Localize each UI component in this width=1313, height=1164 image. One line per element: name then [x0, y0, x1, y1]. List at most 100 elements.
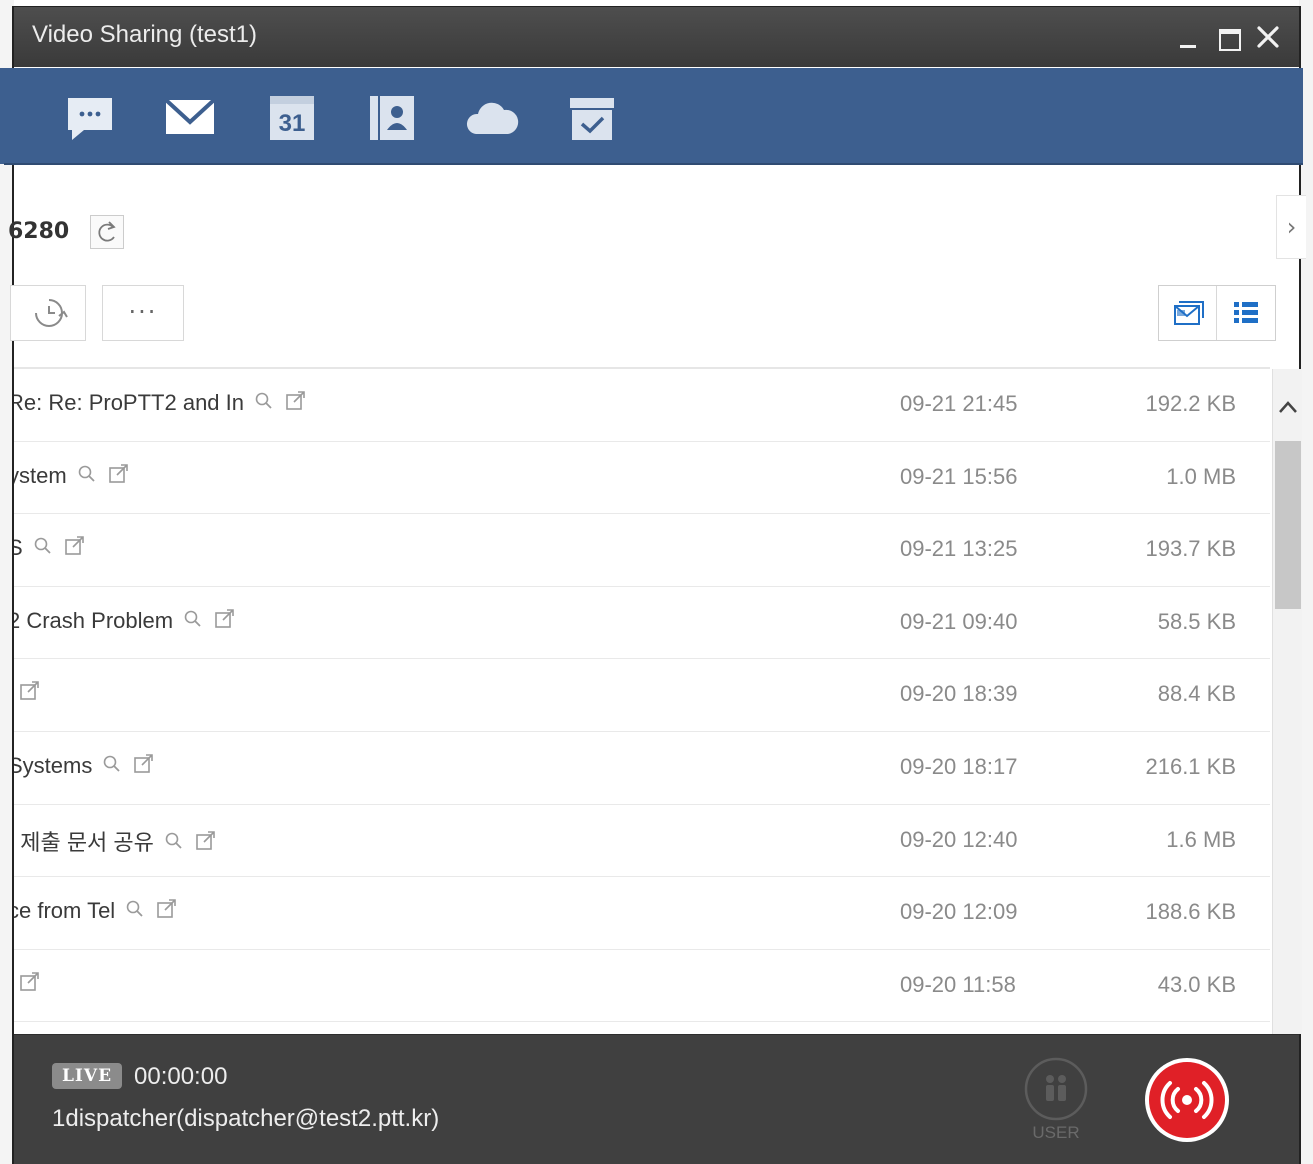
window-title: Video Sharing (test1)	[32, 21, 258, 48]
open-external-icon	[196, 830, 215, 850]
search-icon	[104, 755, 120, 772]
preview-view-button[interactable]	[1159, 286, 1217, 340]
message-subject: ystem	[14, 462, 131, 492]
live-badge: LIVE	[52, 1063, 122, 1089]
message-date: 09-20 12:40	[900, 826, 1018, 852]
open-message-button[interactable]	[18, 679, 42, 709]
broadcast-button[interactable]	[1142, 1055, 1232, 1145]
history-button[interactable]	[10, 285, 86, 341]
message-subject: ! 제출 문서 공유	[14, 825, 218, 859]
message-row[interactable]: Re: Re: ProPTT2 and In 09-21 21:45 192.2 K…	[14, 369, 1270, 442]
open-message-button[interactable]	[132, 752, 156, 782]
message-date: 09-20 18:39	[900, 681, 1018, 707]
message-size: 192.2 KB	[1145, 391, 1236, 416]
cloud-button[interactable]	[464, 90, 520, 146]
search-icon	[165, 832, 182, 849]
mail-button[interactable]	[162, 90, 218, 146]
search-message-button[interactable]	[254, 391, 274, 417]
search-icon	[34, 537, 51, 554]
open-message-button[interactable]	[18, 970, 42, 1000]
close-icon	[1257, 26, 1279, 48]
maximize-button[interactable]	[1210, 19, 1246, 55]
message-row[interactable]: 2 Crash Problem 09-21 09:40 58.5 KB	[14, 587, 1270, 660]
message-row[interactable]: S 09-21 13:25 193.7 KB	[14, 514, 1270, 587]
search-message-button[interactable]	[183, 609, 203, 635]
scrollbar-thumb[interactable]	[1275, 441, 1301, 609]
scroll-up-icon[interactable]	[1277, 397, 1299, 417]
message-date: 09-21 09:40	[900, 608, 1018, 634]
search-message-button[interactable]	[125, 899, 145, 925]
message-subject: ce from Tel	[14, 897, 179, 927]
search-message-button[interactable]	[33, 536, 53, 562]
minimize-button[interactable]	[1170, 19, 1206, 55]
more-options-button[interactable]: ···	[102, 285, 184, 341]
open-message-button[interactable]	[213, 607, 237, 637]
message-date: 09-20 18:17	[900, 753, 1018, 779]
user-button[interactable]: USER	[1018, 1055, 1094, 1151]
search-message-button[interactable]	[164, 831, 184, 857]
message-subject-text: Systems	[14, 752, 93, 778]
calendar-button[interactable]: 31	[264, 90, 320, 146]
message-subject-text: Re: Re: ProPTT2 and In	[14, 389, 244, 415]
message-size: 216.1 KB	[1145, 753, 1236, 779]
user-label: USER	[1032, 1123, 1080, 1142]
message-subject-text: S	[14, 535, 23, 560]
open-external-icon	[20, 681, 39, 701]
close-button[interactable]	[1250, 19, 1286, 55]
open-message-button[interactable]	[194, 829, 218, 859]
message-subject-text: ce from Tel	[14, 897, 116, 923]
search-message-button[interactable]	[77, 464, 97, 490]
refresh-button[interactable]	[90, 215, 124, 249]
search-icon	[184, 610, 201, 627]
calendar-day: 31	[278, 110, 306, 137]
message-subject: Systems	[14, 752, 156, 782]
search-icon	[255, 392, 272, 409]
message-subject-text: ystem	[14, 462, 67, 488]
cloud-icon	[466, 102, 519, 134]
task-icon	[570, 98, 614, 140]
task-button[interactable]	[564, 90, 620, 146]
chat-icon	[68, 98, 112, 140]
open-message-button[interactable]	[155, 897, 179, 927]
open-external-icon	[134, 754, 154, 773]
message-date: 09-20 12:09	[900, 899, 1018, 925]
open-external-icon	[215, 608, 234, 628]
message-subject	[14, 970, 42, 1000]
search-message-button[interactable]	[102, 754, 122, 780]
live-timer: 00:00:00	[134, 1063, 228, 1090]
open-external-icon	[157, 899, 176, 918]
broadcast-icon	[1145, 1058, 1229, 1142]
message-row[interactable]: Systems 09-20 18:17 216.1 KB	[14, 732, 1270, 805]
user-group-icon	[1024, 1057, 1088, 1121]
mail-icon	[164, 98, 216, 134]
mailbox-header: 6280	[8, 207, 1299, 253]
message-subject: 2 Crash Problem	[14, 607, 237, 637]
refresh-icon	[98, 221, 116, 242]
open-external-icon	[286, 391, 305, 410]
message-row[interactable]: 09-20 18:39 88.4 KB	[14, 659, 1270, 732]
open-external-icon	[108, 463, 128, 483]
search-icon	[126, 900, 143, 917]
account-number: 6280	[8, 219, 70, 244]
message-row[interactable]: 09-20 11:58 43.0 KB	[14, 950, 1270, 1023]
open-message-button[interactable]	[107, 462, 131, 492]
open-message-button[interactable]	[284, 389, 308, 419]
message-row[interactable]: ce from Tel 09-20 12:09 188.6 KB	[14, 877, 1270, 950]
contacts-button[interactable]	[364, 90, 420, 146]
message-row[interactable]: ! 제출 문서 공유 09-20 12:40 1.6 MB	[14, 805, 1270, 878]
message-size: 1.6 MB	[1166, 826, 1236, 852]
message-date: 09-20 11:58	[900, 971, 1016, 997]
message-subject-text: ! 제출 문서 공유	[14, 829, 154, 855]
message-subject: S	[14, 534, 87, 564]
message-date: 09-21 15:56	[900, 463, 1018, 489]
chat-button[interactable]	[62, 90, 118, 146]
list-view-button[interactable]	[1217, 286, 1275, 340]
open-message-button[interactable]	[63, 534, 87, 564]
list-scrollbar[interactable]	[1272, 369, 1302, 1034]
expand-panel-button[interactable]: ›	[1276, 195, 1306, 259]
message-date: 09-21 13:25	[900, 536, 1018, 562]
message-size: 188.6 KB	[1145, 899, 1236, 925]
title-bar[interactable]: Video Sharing (test1)	[14, 7, 1299, 67]
view-mode-toggle	[1158, 285, 1276, 341]
message-row[interactable]: ystem 09-21 15:56 1.0 MB	[14, 442, 1270, 515]
